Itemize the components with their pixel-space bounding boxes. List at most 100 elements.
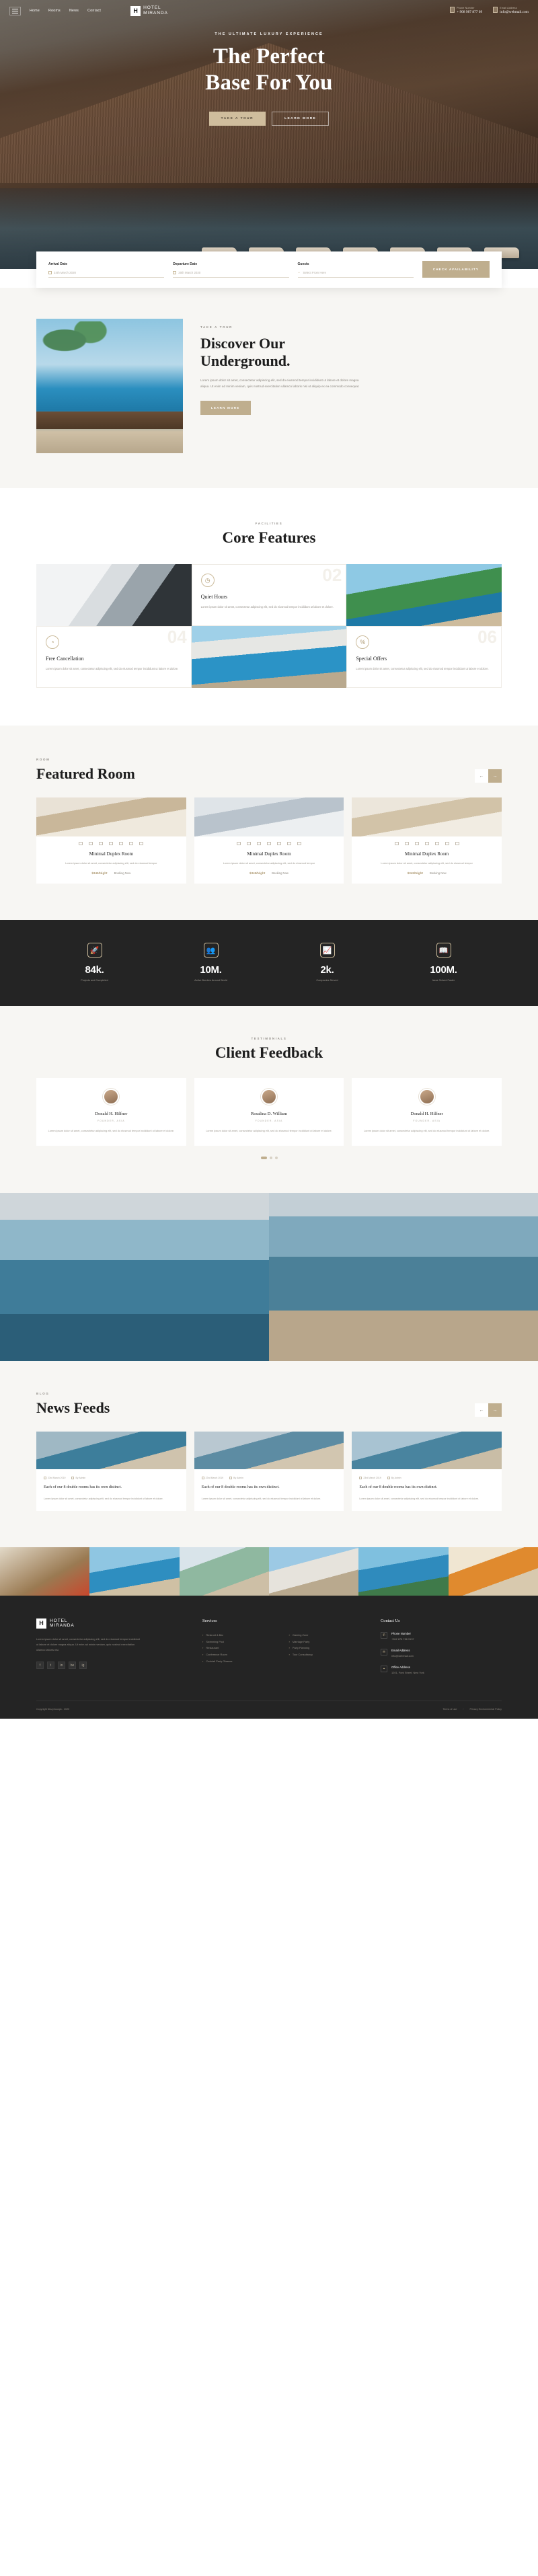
rocket-icon: 🚀 <box>87 943 102 958</box>
instagram-icon[interactable]: ig <box>79 1662 87 1670</box>
arrival-date-field[interactable]: Arrival Date 24th March 2020 <box>48 262 165 278</box>
behance-icon[interactable]: be <box>69 1662 76 1670</box>
linkedin-icon[interactable]: in <box>58 1662 65 1670</box>
room-card[interactable]: Minimal Duplex Room Lorem ipsum dolor si… <box>194 797 344 884</box>
core-features-heading: FACILITIES Core Features <box>0 522 538 547</box>
garden-path-photo[interactable] <box>179 1547 269 1596</box>
rooms-eyebrow: ROOM <box>36 758 50 761</box>
news-headline[interactable]: Each of our 8 double rooms has its own d… <box>44 1485 179 1491</box>
nav-item-home[interactable]: Home <box>30 9 40 13</box>
footer-service-link[interactable]: › Restrunt & Bar <box>202 1632 280 1639</box>
footer-logo[interactable]: H HOTEL MIRANDA <box>36 1618 188 1629</box>
ac-icon <box>129 842 134 845</box>
news-card[interactable]: 23rd March 2019 By Admin Each of our 8 d… <box>36 1432 186 1511</box>
ac-icon <box>445 842 449 845</box>
facebook-icon[interactable]: f <box>36 1662 44 1670</box>
take-a-tour-button[interactable]: TAKE A TOUR <box>208 111 266 126</box>
cocktail-photo[interactable] <box>448 1547 538 1596</box>
footer-brand-mark: H <box>36 1618 46 1629</box>
footer-privacy-link[interactable]: Privacy Environmental Policy <box>469 1708 502 1711</box>
footer-contact-phone[interactable]: ✆ Phone Number +962 876 786 9137 <box>381 1631 502 1641</box>
news-author: By Admin <box>391 1477 401 1480</box>
news-headline[interactable]: Each of our 8 double rooms has its own d… <box>359 1485 494 1491</box>
news-card[interactable]: 23rd March 2019 By Admin Each of our 8 d… <box>352 1432 502 1511</box>
header-email[interactable]: Email Address info@webmail.com <box>493 7 529 14</box>
header-left: Home Rooms News Contact <box>9 6 101 15</box>
departure-date-field[interactable]: Departure Date 30th March 2020 <box>173 262 289 278</box>
check-availability-button[interactable]: CHECK AVAILABILITY <box>422 261 490 278</box>
brand-mark: H <box>130 5 141 16</box>
feature-desc: Lorem ipsum dolor sit amet, consectetur … <box>200 605 334 609</box>
pool-icon <box>297 842 301 845</box>
main-nav: Home Rooms News Contact <box>30 9 101 13</box>
twitter-icon[interactable]: t <box>47 1662 54 1670</box>
room-booking-link[interactable]: Booking Now <box>272 871 289 875</box>
departure-date-label: Departure Date <box>173 262 198 266</box>
palm-pool-photo[interactable] <box>89 1547 180 1596</box>
room-amenities <box>194 836 344 851</box>
arrow-right-icon[interactable]: → <box>488 769 502 783</box>
testimonial-role: FOUNDER, ASIA <box>413 1120 441 1123</box>
discover-learn-more-button[interactable]: LEARN MORE <box>200 400 251 415</box>
feature-card-free-cancellation[interactable]: 04 ◔ Free Cancellation Lorem ipsum dolor… <box>36 626 192 688</box>
tram-street-photo[interactable] <box>0 1547 90 1596</box>
room-price: $345/Night <box>91 871 108 875</box>
stat-label: Active Borders Around World <box>194 979 227 982</box>
learn-more-button[interactable]: LEARN MORE <box>272 111 330 126</box>
footer-address-value: 1201, Park Street, New York <box>391 1671 424 1675</box>
room-photo <box>36 797 186 836</box>
news-headline[interactable]: Each of our 8 double rooms has its own d… <box>202 1485 337 1491</box>
footer-service-link[interactable]: › Marriage Party <box>289 1639 367 1645</box>
footer-service-link[interactable]: › Gaming Zone <box>289 1632 367 1639</box>
ac-icon <box>286 842 291 845</box>
footer-service-link[interactable]: › Tour Consultancy <box>289 1651 367 1658</box>
footer-service-link[interactable]: › Restaurant <box>202 1645 280 1651</box>
testimonial-card: Rosalina D. William FOUNDER, ASIA Lorem … <box>194 1078 344 1146</box>
header-phone[interactable]: Phone Number + 908 987 877 09 <box>450 7 482 14</box>
hamburger-icon[interactable] <box>9 6 21 15</box>
pagination-dot[interactable] <box>269 1157 272 1160</box>
room-card[interactable]: Minimal Duplex Room Lorem ipsum dolor si… <box>36 797 186 884</box>
brand-name: HOTEL MIRANDA <box>143 5 168 15</box>
footer-service-link[interactable]: › Conference Room <box>202 1651 280 1658</box>
pool-resort-photo <box>191 626 347 688</box>
tv-icon <box>414 842 419 845</box>
room-booking-link[interactable]: Booking Now <box>114 871 131 875</box>
resort-building-photo[interactable] <box>268 1547 359 1596</box>
instagram-strip <box>0 1547 538 1596</box>
room-booking-link[interactable]: Booking Now <box>430 871 447 875</box>
pagination-dot[interactable] <box>260 1157 267 1160</box>
footer-service-link[interactable]: › Cocktail Party Glasses <box>202 1658 280 1665</box>
feature-card-special-offers[interactable]: 06 % Special Offers Lorem ipsum dolor si… <box>346 626 502 688</box>
room-amenities <box>36 836 186 851</box>
footer-service-link[interactable]: › Party Planning <box>289 1645 367 1651</box>
stats-counter-section: 🚀 84k. Projects and Completed 👥 10M. Act… <box>0 920 538 1007</box>
nav-item-contact[interactable]: Contact <box>87 9 101 13</box>
palm-sky-photo[interactable] <box>358 1547 449 1596</box>
room-name: Minimal Duplex Room <box>404 851 449 857</box>
growth-icon: 📈 <box>319 943 335 958</box>
pool-icon <box>139 842 144 845</box>
booking-bar: Arrival Date 24th March 2020 Departure D… <box>36 251 502 288</box>
nav-item-rooms[interactable]: Rooms <box>48 9 61 13</box>
pagination-dot[interactable] <box>274 1157 278 1160</box>
brand-logo[interactable]: H HOTEL MIRANDA <box>130 5 168 16</box>
brand-line-2: MIRANDA <box>143 11 168 15</box>
guests-field[interactable]: Guests ⌄ Select From Here <box>297 262 414 278</box>
feature-card-quiet-hours[interactable]: 02 ◷ Quiet Hours Lorem ipsum dolor sit a… <box>191 564 347 626</box>
footer-service-link[interactable]: › Swimming Pool <box>202 1639 280 1645</box>
footer-terms-link[interactable]: Terms of use <box>443 1708 457 1711</box>
arrow-left-icon[interactable]: ← <box>475 769 488 783</box>
phone-icon <box>450 7 455 13</box>
desk-icon <box>109 842 114 845</box>
room-card[interactable]: Minimal Duplex Room Lorem ipsum dolor si… <box>352 797 502 884</box>
footer-contact-address[interactable]: ⌖ Office Address 1201, Park Street, New … <box>381 1666 502 1675</box>
nav-item-news[interactable]: News <box>69 9 79 13</box>
footer-contact-email[interactable]: ✉ Email Address info@webmail.com <box>381 1649 502 1658</box>
arrow-left-icon[interactable]: ← <box>475 1403 488 1417</box>
testimonial-name: Donald H. Hilfner <box>410 1111 443 1117</box>
arrow-right-icon[interactable]: → <box>488 1403 502 1417</box>
site-header: Home Rooms News Contact H HOTEL MIRANDA … <box>0 0 538 22</box>
pool-icon <box>455 842 459 845</box>
news-card[interactable]: 23rd March 2019 By Admin Each of our 8 d… <box>194 1432 344 1511</box>
